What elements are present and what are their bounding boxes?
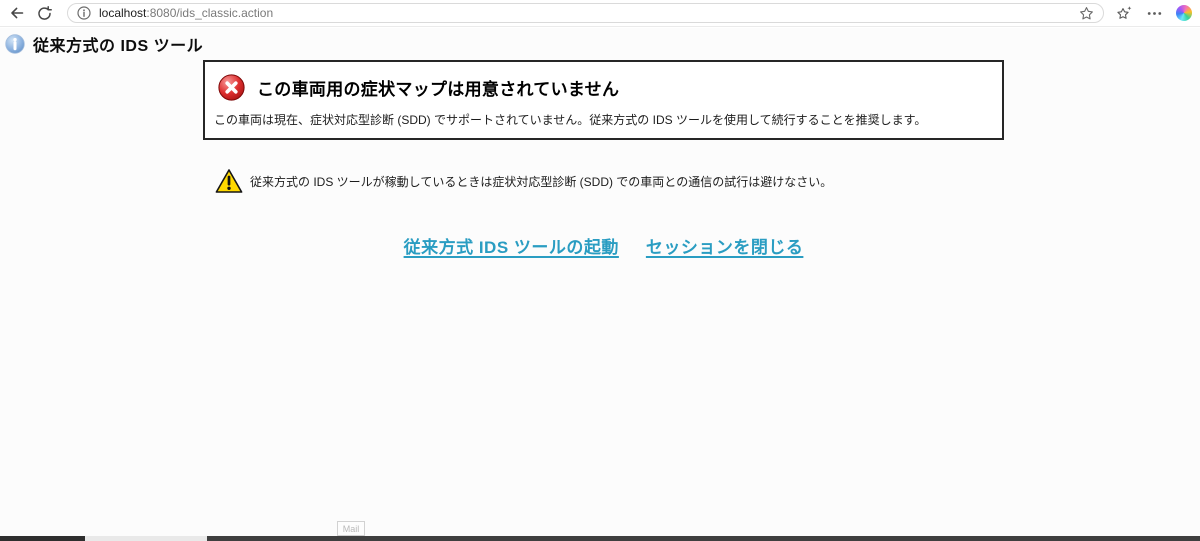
copilot-icon[interactable]: [1176, 5, 1192, 21]
warning-text: 従来方式の IDS ツールが稼動しているときは症状対応型診断 (SDD) での車…: [250, 174, 833, 189]
refresh-button[interactable]: [35, 4, 53, 22]
url-path: :8080/ids_classic.action: [146, 6, 274, 20]
taskbar-segment-light: [85, 536, 207, 541]
warning-icon: [215, 169, 243, 193]
error-title: この車両用の症状マップは用意されていません: [257, 80, 620, 99]
page-content: 従来方式の IDS ツール この車両用の症状マップは用意されていません この車両…: [0, 28, 1200, 536]
close-session-link[interactable]: セッションを閉じる: [646, 233, 804, 258]
page-title: 従来方式の IDS ツール: [33, 38, 204, 55]
back-button[interactable]: [8, 4, 26, 22]
address-bar[interactable]: localhost:8080/ids_classic.action: [67, 3, 1104, 23]
error-title-row: この車両用の症状マップは用意されていません: [218, 74, 1002, 101]
site-info-icon[interactable]: [77, 6, 91, 20]
page-header: 従来方式の IDS ツール: [5, 32, 203, 56]
error-icon: [218, 74, 245, 101]
error-body: この車両は現在、症状対応型診断 (SDD) でサポートされていません。従来方式の…: [214, 113, 927, 127]
browser-window: { "browser": { "url": { "host": "localho…: [0, 0, 1200, 541]
bookmark-star-icon[interactable]: [1079, 6, 1094, 21]
refresh-icon: [37, 5, 52, 20]
action-links: 従来方式 IDS ツールの起動 セッションを閉じる: [203, 233, 1004, 258]
url-text: localhost:8080/ids_classic.action: [99, 6, 1079, 20]
mail-tooltip: Mail: [337, 521, 365, 536]
favorites-icon[interactable]: [1116, 5, 1133, 22]
launch-classic-ids-link[interactable]: 従来方式 IDS ツールの起動: [404, 233, 619, 258]
page-info-icon: [5, 34, 25, 54]
browser-toolbar: localhost:8080/ids_classic.action: [0, 0, 1200, 27]
more-options-icon[interactable]: [1147, 6, 1162, 21]
toolbar-actions: [1116, 5, 1192, 22]
warning-row: 従来方式の IDS ツールが稼動しているときは症状対応型診断 (SDD) での車…: [215, 168, 832, 194]
url-host: localhost: [99, 6, 147, 20]
taskbar-edge[interactable]: [0, 536, 1200, 541]
taskbar-segment-dark: [0, 536, 85, 541]
back-arrow-icon: [11, 7, 24, 19]
error-box: この車両用の症状マップは用意されていません この車両は現在、症状対応型診断 (S…: [203, 60, 1004, 140]
